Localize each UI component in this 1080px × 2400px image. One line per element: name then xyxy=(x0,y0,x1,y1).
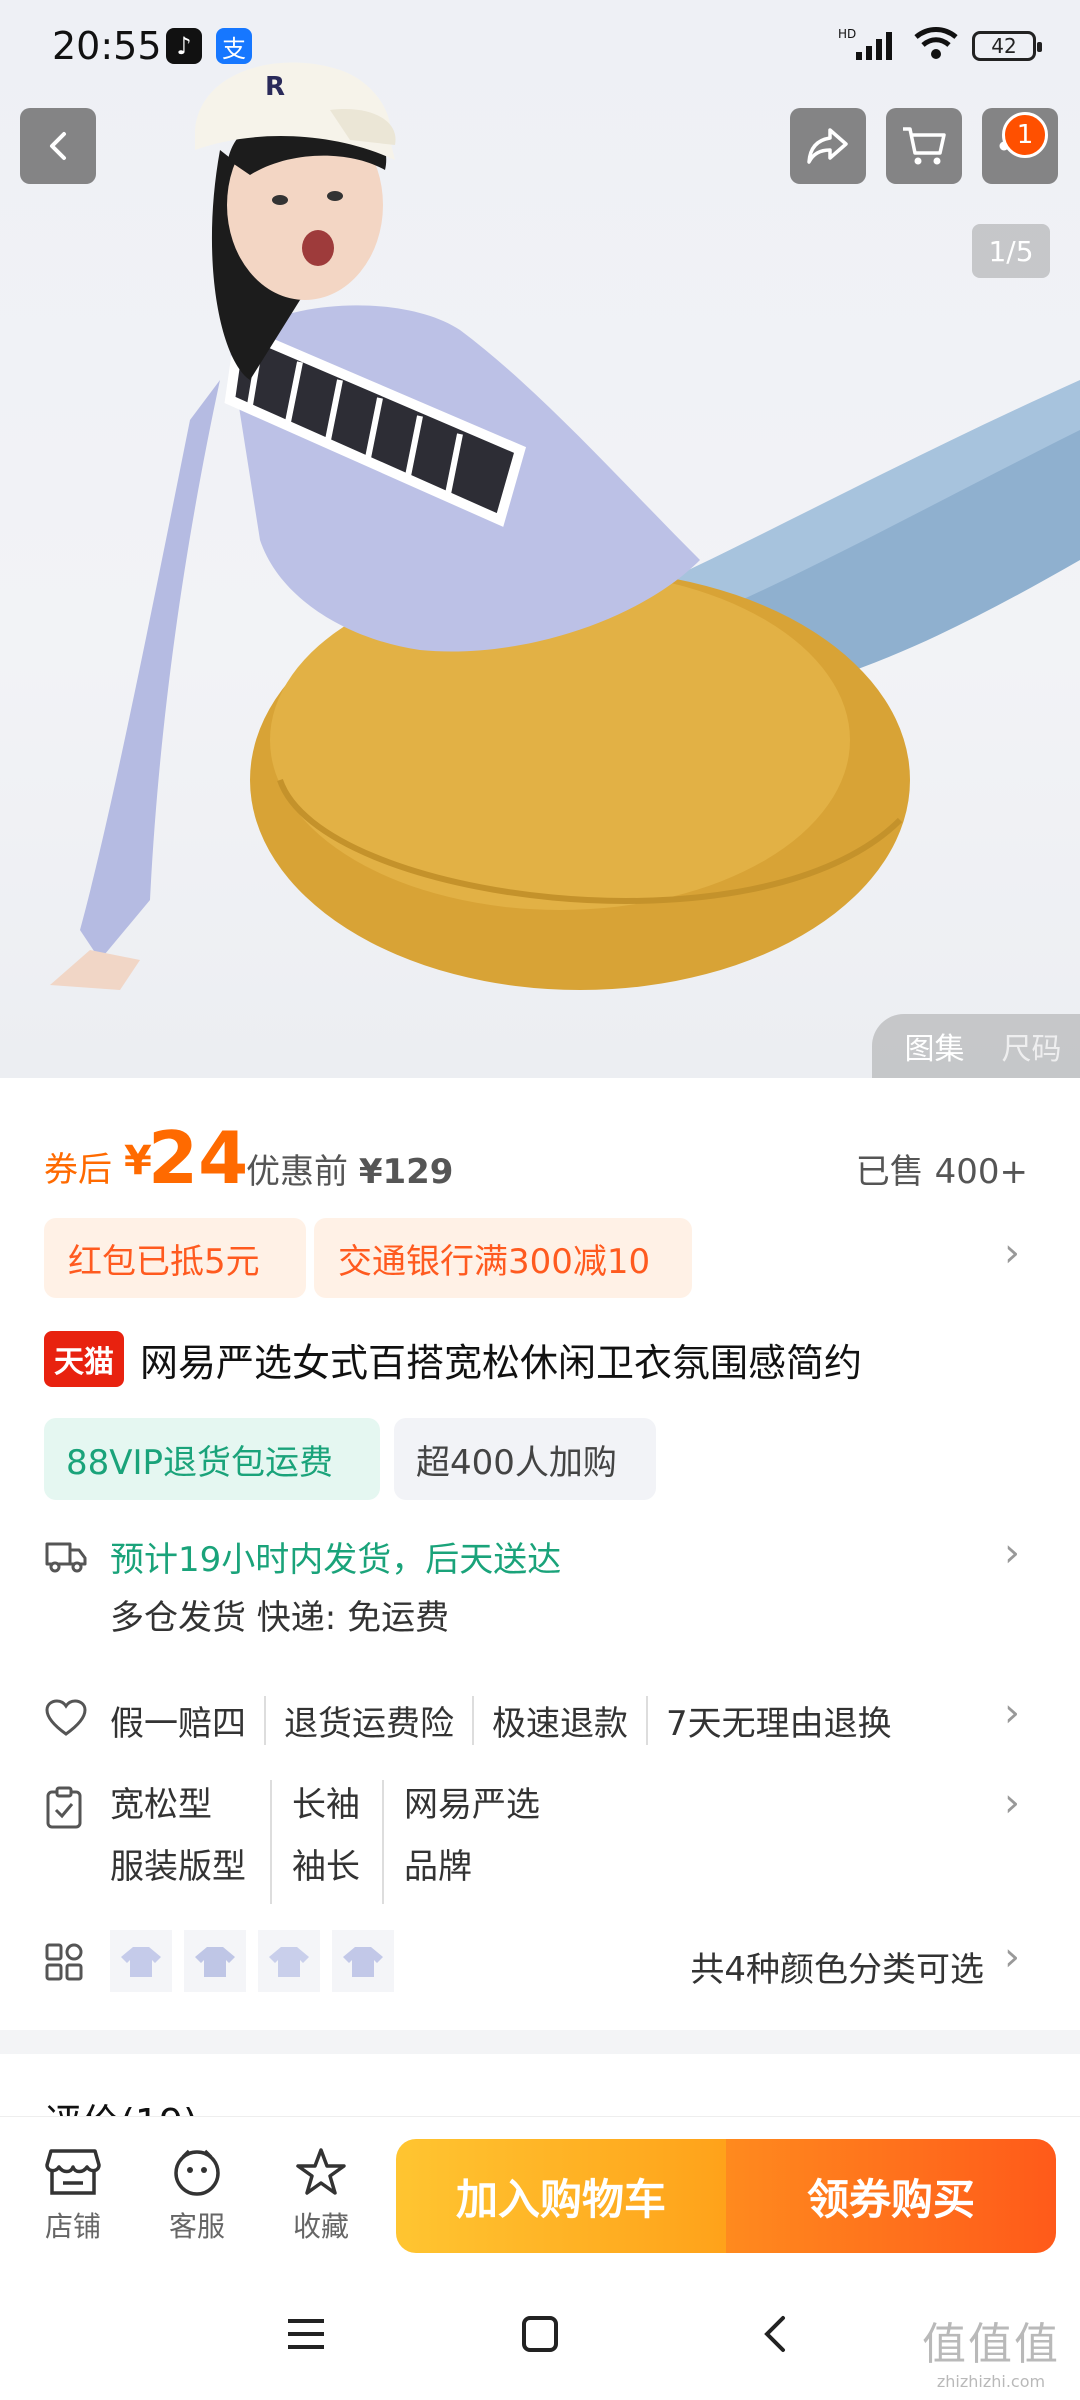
param-sleeve: 长袖 袖长 xyxy=(270,1780,360,1904)
signal-icon: HD xyxy=(838,26,900,66)
watermark: 值值值 zhizhizhi.com xyxy=(916,2308,1066,2391)
recent-apps-button[interactable] xyxy=(276,2304,336,2364)
watermark-text: 值值值 xyxy=(922,2319,1060,2370)
original-price-label: 优惠前 xyxy=(246,1152,348,1192)
product-title: 网易严选女式百搭宽松休闲卫衣氛围感简约 xyxy=(140,1340,863,1385)
add-to-cart-button[interactable]: 加入购物车 xyxy=(396,2139,726,2253)
watermark-domain: zhizhizhi.com xyxy=(936,2372,1046,2391)
color-count: 共4种颜色分类可选 xyxy=(690,1950,984,1990)
promo-bank[interactable]: 交通银行满300减10 xyxy=(314,1218,692,1298)
sweatshirt-icon xyxy=(121,1947,161,1977)
system-back-button[interactable] xyxy=(744,2304,804,2364)
sold-count: 已售 400+ xyxy=(855,1152,1028,1192)
share-icon xyxy=(807,128,848,164)
buy-with-coupon-button[interactable]: 领券购买 xyxy=(726,2139,1056,2253)
cart-button[interactable] xyxy=(886,108,962,184)
alipay-icon: 支 xyxy=(216,28,252,64)
promo-red-packet[interactable]: 红包已抵5元 xyxy=(44,1218,306,1298)
params-row[interactable]: 宽松型 服装版型 长袖 袖长 网易严选 品牌 › xyxy=(44,1780,1040,1904)
chevron-right-icon: › xyxy=(1004,1530,1020,1576)
truck-icon xyxy=(44,1536,88,1580)
color-swatch[interactable] xyxy=(184,1930,246,1992)
param-value: 宽松型 xyxy=(110,1785,212,1825)
heart-shield-icon xyxy=(44,1698,88,1742)
back-arrow-icon xyxy=(764,2316,785,2352)
wifi-icon xyxy=(914,27,958,65)
color-swatch[interactable] xyxy=(110,1930,172,1992)
chevron-right-icon: › xyxy=(1004,1934,1020,1980)
tiktok-icon: ♪ xyxy=(166,28,202,64)
shop-label: 店铺 xyxy=(44,2210,101,2243)
color-options-row[interactable]: 共4种颜色分类可选 › xyxy=(44,1930,1040,1994)
share-button[interactable] xyxy=(790,108,866,184)
guarantee-item: 退货运费险 xyxy=(264,1696,472,1745)
sweatshirt-icon xyxy=(195,1947,235,1977)
favorite-label: 收藏 xyxy=(292,2210,349,2243)
chat-face-icon xyxy=(174,2149,220,2196)
param-value: 网易严选 xyxy=(404,1785,540,1825)
cart-icon xyxy=(903,127,946,165)
color-swatch[interactable] xyxy=(332,1930,394,1992)
param-fit: 宽松型 服装版型 xyxy=(110,1780,246,1904)
back-icon xyxy=(50,132,66,160)
after-coupon-label: 券后 xyxy=(44,1150,112,1190)
customer-service-button[interactable]: 客服 xyxy=(152,2147,242,2245)
param-key: 袖长 xyxy=(292,1847,360,1887)
menu-icon xyxy=(288,2319,324,2349)
delivery-detail: 多仓发货 快递: 免运费 xyxy=(110,1598,450,1638)
image-counter: 1/5 xyxy=(972,224,1050,278)
star-icon xyxy=(296,2148,346,2195)
vip-tag: 88VIP退货包运费 xyxy=(44,1418,380,1500)
delivery-estimate: 预计19小时内发货，后天送达 xyxy=(110,1540,562,1580)
guarantee-row[interactable]: 假一赔四 退货运费险 极速退款 7天无理由退换 › xyxy=(44,1690,1040,1750)
sweatshirt-icon xyxy=(269,1947,309,1977)
status-bar: 20:55 ♪ 支 HD 42 xyxy=(0,0,1080,96)
battery-indicator: 42 xyxy=(972,31,1042,61)
product-image[interactable]: R 20:55 ♪ 支 HD 42 1 1/5 图集 尺码 xyxy=(0,0,1080,1078)
favorite-button[interactable]: 收藏 xyxy=(276,2147,366,2245)
back-button[interactable] xyxy=(20,108,96,184)
chevron-right-icon: › xyxy=(1004,1690,1020,1736)
tmall-badge: 天猫 xyxy=(44,1331,124,1387)
gallery-tabs: 图集 尺码 xyxy=(872,1014,1080,1078)
param-key: 服装版型 xyxy=(110,1847,246,1887)
guarantee-item: 7天无理由退换 xyxy=(646,1696,910,1745)
param-value: 长袖 xyxy=(292,1785,360,1825)
guarantee-list: 假一赔四 退货运费险 极速退款 7天无理由退换 xyxy=(110,1696,910,1745)
param-brand: 网易严选 品牌 xyxy=(382,1780,540,1904)
bottom-action-bar: 店铺 客服 收藏 加入购物车 领券购买 xyxy=(0,2116,1080,2264)
guarantee-item: 极速退款 xyxy=(472,1696,646,1745)
status-icons: HD 42 xyxy=(838,26,1042,66)
final-price: 24 xyxy=(148,1116,249,1200)
color-swatch[interactable] xyxy=(258,1930,320,1992)
clipboard-icon xyxy=(44,1786,84,1834)
original-price-value: ¥129 xyxy=(358,1152,454,1192)
status-time: 20:55 xyxy=(52,24,162,68)
cart-count-tag: 超400人加购 xyxy=(394,1418,656,1500)
guarantee-item: 假一赔四 xyxy=(110,1704,246,1744)
shipping-row[interactable]: 预计19小时内发货，后天送达 多仓发货 快递: 免运费 › xyxy=(44,1530,1040,1650)
tab-gallery[interactable]: 图集 xyxy=(905,1024,965,1068)
tab-size[interactable]: 尺码 xyxy=(1002,1024,1062,1068)
home-square-icon xyxy=(522,2316,558,2352)
service-label: 客服 xyxy=(168,2210,225,2243)
svg-text:HD: HD xyxy=(838,27,856,41)
chevron-right-icon: › xyxy=(1004,1230,1020,1276)
home-button[interactable] xyxy=(510,2304,570,2364)
chevron-right-icon: › xyxy=(1004,1780,1020,1826)
notification-badge: 1 xyxy=(1002,112,1048,158)
sweatshirt-icon xyxy=(343,1947,383,1977)
price-row: 券后 ¥ 24 优惠前 ¥129 已售 400+ xyxy=(44,1116,1040,1200)
original-price: 优惠前 ¥129 xyxy=(246,1144,453,1193)
grid-icon xyxy=(44,1942,84,1986)
promotion-row[interactable]: 红包已抵5元 交通银行满300减10 › xyxy=(44,1218,1040,1298)
store-icon xyxy=(45,2149,101,2195)
param-key: 品牌 xyxy=(404,1847,472,1887)
shop-button[interactable]: 店铺 xyxy=(28,2147,118,2245)
section-divider xyxy=(0,2030,1080,2054)
product-title-row: 天猫 网易严选女式百搭宽松休闲卫衣氛围感简约 xyxy=(44,1330,1040,1388)
